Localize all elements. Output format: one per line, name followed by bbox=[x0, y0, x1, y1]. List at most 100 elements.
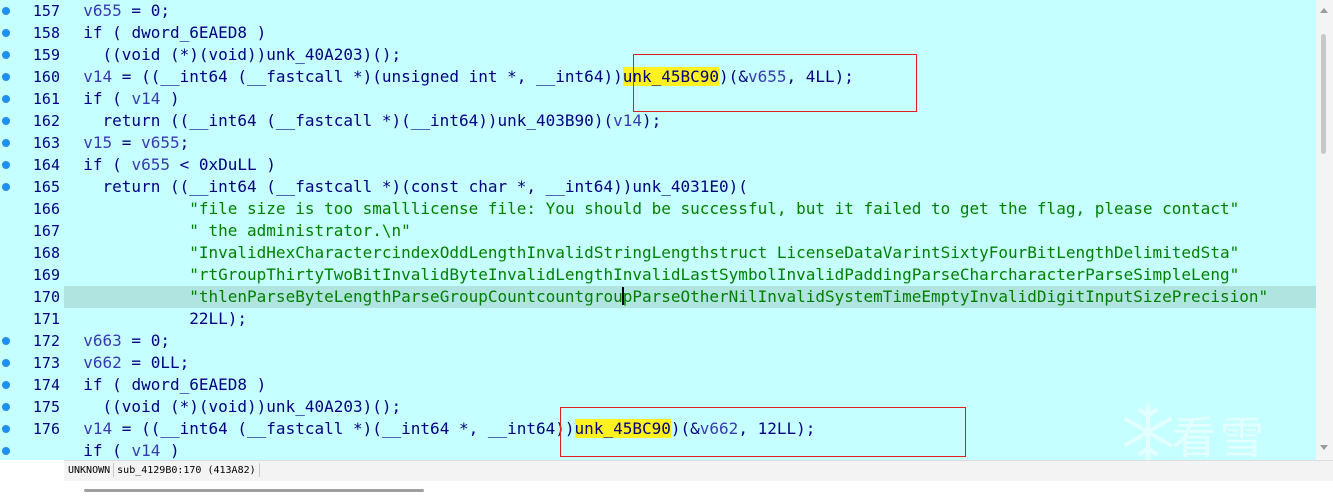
breakpoint-dot-icon[interactable] bbox=[2, 29, 10, 37]
breakpoint-dot-icon[interactable] bbox=[2, 73, 10, 81]
code-variable[interactable]: v14 bbox=[83, 67, 112, 86]
code-variable[interactable]: v655 bbox=[141, 133, 180, 152]
code-string: "rtGroupThirtyTwoBitInvalidByteInvalidLe… bbox=[189, 265, 1240, 284]
code-variable[interactable]: v14 bbox=[83, 419, 112, 438]
breakpoint-dot-icon[interactable] bbox=[2, 425, 10, 433]
code-variable[interactable]: v655 bbox=[83, 1, 122, 20]
breakpoint-dot-icon[interactable] bbox=[2, 7, 10, 15]
breakpoint-dot-icon[interactable] bbox=[2, 359, 10, 367]
code-text: = ((__int64 (__fastcall *)(__int64 *, __… bbox=[112, 419, 575, 438]
code-line[interactable]: 22LL); bbox=[64, 308, 1316, 330]
gutter-line[interactable]: 171 bbox=[0, 308, 64, 330]
code-variable[interactable]: v663 bbox=[83, 331, 122, 350]
gutter-line[interactable]: 168 bbox=[0, 242, 64, 264]
code-line[interactable]: "file size is too smalllicense file: You… bbox=[64, 198, 1316, 220]
gutter-line[interactable]: 159 bbox=[0, 44, 64, 66]
gutter-line[interactable]: 158 bbox=[0, 22, 64, 44]
status-mode: UNKNOWN bbox=[68, 465, 111, 476]
code-variable[interactable]: v15 bbox=[83, 133, 112, 152]
scroll-up-arrow-icon[interactable] bbox=[1320, 8, 1328, 13]
code-variable[interactable]: v662 bbox=[83, 353, 122, 372]
code-identifier[interactable]: dword_6EAED8 bbox=[131, 23, 247, 42]
code-line[interactable]: if ( v655 < 0xDuLL ) bbox=[64, 154, 1316, 176]
gutter-line[interactable]: 176 bbox=[0, 418, 64, 440]
status-bar: UNKNOWN sub_4129B0:170 (413A82) bbox=[64, 460, 1333, 481]
status-separator bbox=[258, 463, 260, 477]
code-variable[interactable]: v14 bbox=[131, 89, 160, 108]
gutter-line[interactable]: 172 bbox=[0, 330, 64, 352]
code-line[interactable]: if ( dword_6EAED8 ) bbox=[64, 22, 1316, 44]
line-number-gutter[interactable]: 157 158 159 160 161 162 163 164 165 166 167 168 169 1… bbox=[0, 0, 64, 460]
code-identifier[interactable]: unk_40A203 bbox=[266, 397, 362, 416]
breakpoint-dot-icon[interactable] bbox=[2, 95, 10, 103]
code-line[interactable]: v662 = 0LL; bbox=[64, 352, 1316, 374]
current-code-line[interactable]: "thlenParseByteLengthParseGroupCountcoun… bbox=[64, 286, 1316, 308]
gutter-line[interactable]: 160 bbox=[0, 66, 64, 88]
line-number: 169 bbox=[32, 266, 60, 284]
line-number: 164 bbox=[32, 156, 60, 174]
scroll-down-arrow-icon[interactable] bbox=[1320, 445, 1328, 450]
code-variable[interactable]: v14 bbox=[131, 441, 160, 460]
gutter-line[interactable] bbox=[0, 440, 64, 462]
line-number: 160 bbox=[32, 68, 60, 86]
gutter-line[interactable]: 170 bbox=[0, 286, 64, 308]
code-identifier[interactable]: unk_4031E0 bbox=[632, 177, 728, 196]
horizontal-scroll-thumb[interactable] bbox=[84, 489, 424, 492]
code-text: return ((__int64 (__fastcall *)(const ch… bbox=[64, 177, 633, 196]
breakpoint-dot-icon[interactable] bbox=[2, 183, 10, 191]
gutter-line[interactable]: 169 bbox=[0, 264, 64, 286]
gutter-line[interactable]: 174 bbox=[0, 374, 64, 396]
code-line[interactable]: if ( dword_6EAED8 ) bbox=[64, 374, 1316, 396]
breakpoint-dot-icon[interactable] bbox=[2, 403, 10, 411]
code-line[interactable]: return ((__int64 (__fastcall *)(__int64)… bbox=[64, 110, 1316, 132]
code-line[interactable]: "rtGroupThirtyTwoBitInvalidByteInvalidLe… bbox=[64, 264, 1316, 286]
horizontal-scrollbar[interactable] bbox=[64, 481, 1333, 498]
breakpoint-dot-icon[interactable] bbox=[2, 381, 10, 389]
code-line[interactable]: v655 = 0; bbox=[64, 0, 1316, 22]
breakpoint-dot-icon[interactable] bbox=[2, 337, 10, 345]
code-line[interactable]: v15 = v655; bbox=[64, 132, 1316, 154]
code-line[interactable]: " the administrator.\n" bbox=[64, 220, 1316, 242]
line-number: 167 bbox=[32, 222, 60, 240]
gutter-line[interactable]: 157 bbox=[0, 0, 64, 22]
code-text: )(); bbox=[362, 397, 402, 416]
code-identifier[interactable]: dword_6EAED8 bbox=[131, 375, 247, 394]
code-variable[interactable]: v14 bbox=[613, 111, 642, 130]
breakpoint-dot-icon[interactable] bbox=[2, 117, 10, 125]
line-number: 176 bbox=[32, 420, 60, 438]
code-string: pParseOtherNilInvalidSystemTimeEmptyInva… bbox=[622, 287, 1269, 306]
gutter-line[interactable]: 164 bbox=[0, 154, 64, 176]
code-text: ; bbox=[179, 133, 190, 152]
watermark-text: 看雪 bbox=[1172, 413, 1268, 464]
code-variable[interactable]: v655 bbox=[131, 155, 170, 174]
gutter-line[interactable]: 163 bbox=[0, 132, 64, 154]
gutter-line[interactable]: 167 bbox=[0, 220, 64, 242]
gutter-line[interactable]: 166 bbox=[0, 198, 64, 220]
breakpoint-dot-icon[interactable] bbox=[2, 51, 10, 59]
gutter-line[interactable]: 161 bbox=[0, 88, 64, 110]
gutter-line[interactable]: 162 bbox=[0, 110, 64, 132]
breakpoint-dot-icon[interactable] bbox=[2, 447, 10, 455]
gutter-line[interactable]: 175 bbox=[0, 396, 64, 418]
code-line[interactable]: return ((__int64 (__fastcall *)(const ch… bbox=[64, 176, 1316, 198]
breakpoint-dot-icon[interactable] bbox=[2, 139, 10, 147]
code-line[interactable]: v663 = 0; bbox=[64, 330, 1316, 352]
gutter-line[interactable]: 165 bbox=[0, 176, 64, 198]
code-identifier[interactable]: unk_403B90 bbox=[497, 111, 593, 130]
code-text: 22LL); bbox=[64, 309, 248, 328]
code-keyword: if ( bbox=[64, 23, 132, 42]
code-identifier[interactable]: unk_40A203 bbox=[266, 45, 362, 64]
vertical-scrollbar[interactable] bbox=[1316, 0, 1333, 460]
gutter-line[interactable]: 173 bbox=[0, 352, 64, 374]
breakpoint-dot-icon[interactable] bbox=[2, 161, 10, 169]
code-line[interactable]: "InvalidHexCharactercindexOddLengthInval… bbox=[64, 242, 1316, 264]
vertical-scroll-thumb[interactable] bbox=[1321, 34, 1326, 154]
annotation-box-2 bbox=[560, 407, 966, 457]
code-text: return ((__int64 (__fastcall *)(__int64)… bbox=[64, 111, 498, 130]
